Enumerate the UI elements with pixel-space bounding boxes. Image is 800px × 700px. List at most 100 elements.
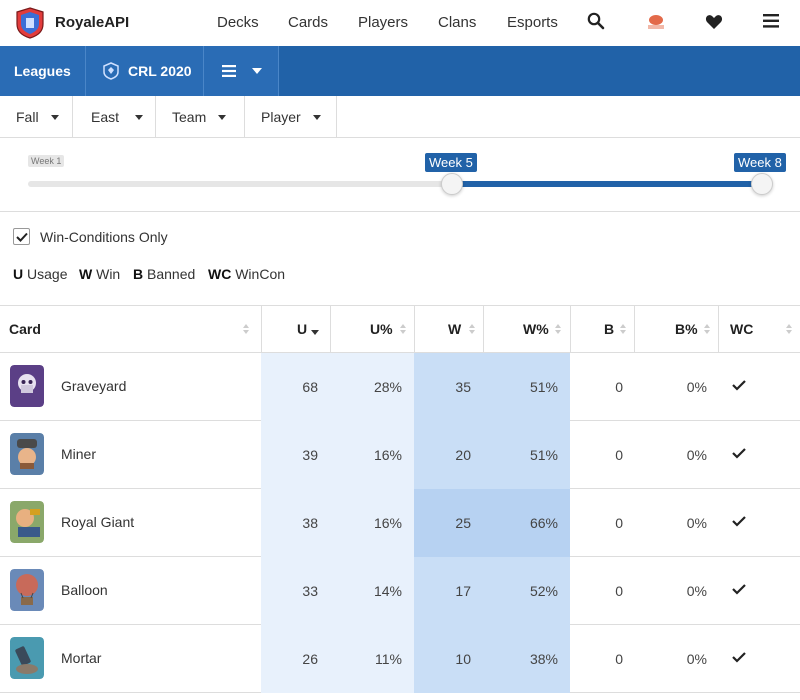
nav-esports[interactable]: Esports — [507, 14, 558, 31]
card-name[interactable]: Balloon — [61, 582, 108, 598]
filter-label: Player — [261, 109, 301, 125]
column-divider — [261, 306, 262, 352]
graveyard-card-icon — [10, 365, 44, 407]
slider-to-handle[interactable] — [751, 173, 773, 195]
table-row[interactable]: Miner 39 16% 20 51% 0 0% — [0, 421, 800, 489]
caret-down-icon — [218, 114, 227, 120]
filter-label: Fall — [16, 109, 39, 125]
partner-logo-icon[interactable] — [645, 13, 667, 33]
season-link[interactable]: CRL 2020 — [86, 46, 203, 96]
column-header-wincon[interactable]: WC — [730, 306, 753, 352]
card-name[interactable]: Miner — [61, 446, 96, 462]
column-header-banned[interactable]: B — [604, 306, 614, 352]
filter-season-dropdown[interactable]: Fall — [0, 96, 73, 138]
banned-cell: 0 — [615, 379, 623, 395]
wincon-check-icon — [732, 448, 746, 459]
column-header-card[interactable]: Card — [9, 306, 41, 352]
column-divider — [330, 306, 331, 352]
caret-down-icon — [312, 114, 321, 120]
column-header-usage-pct[interactable]: U% — [370, 306, 393, 352]
league-menu-button[interactable] — [204, 46, 278, 96]
usage-cell: 39 — [261, 421, 330, 489]
banned-pct-cell: 0% — [686, 583, 707, 599]
card-name[interactable]: Royal Giant — [61, 514, 134, 530]
nav-clans[interactable]: Clans — [438, 14, 476, 31]
column-header-banned-pct[interactable]: B% — [675, 306, 698, 352]
filter-region-dropdown[interactable]: East — [73, 96, 156, 138]
brand-name[interactable]: RoyaleAPI — [55, 14, 129, 31]
filter-team-dropdown[interactable]: Team — [156, 96, 245, 138]
sort-icon[interactable] — [400, 324, 406, 334]
crl-league-icon — [103, 62, 119, 80]
legend-label: WinCon — [235, 266, 286, 282]
usage-cell: 26 — [261, 625, 330, 693]
banned-pct-cell: 0% — [686, 379, 707, 395]
usage-cell: 68 — [261, 353, 330, 421]
hamburger-menu-icon[interactable] — [763, 14, 779, 28]
column-header-win[interactable]: W — [448, 306, 461, 352]
sort-icon[interactable] — [555, 324, 561, 334]
wincon-check-icon — [732, 652, 746, 663]
slider-min-label: Week 1 — [28, 155, 65, 167]
slider-selected-range — [452, 181, 762, 187]
usage-pct-cell: 11% — [330, 625, 414, 693]
win-conditions-label[interactable]: Win-Conditions Only — [40, 229, 168, 245]
usage-pct-cell: 28% — [330, 353, 414, 421]
card-name[interactable]: Mortar — [61, 650, 101, 666]
column-header-win-pct[interactable]: W% — [523, 306, 549, 352]
list-menu-icon — [222, 65, 236, 77]
banned-pct-cell: 0% — [686, 515, 707, 531]
sort-icon[interactable] — [469, 324, 475, 334]
banned-cell: 0 — [615, 651, 623, 667]
column-header-usage[interactable]: U — [297, 306, 307, 352]
heart-icon[interactable] — [705, 14, 723, 30]
slider-from-handle[interactable] — [441, 173, 463, 195]
mortar-card-icon — [10, 637, 44, 679]
column-divider — [634, 306, 635, 352]
sort-icon[interactable] — [786, 324, 792, 334]
nav-players[interactable]: Players — [358, 14, 408, 31]
sort-icon[interactable] — [704, 324, 710, 334]
slider-from-label: Week 5 — [425, 153, 477, 172]
legend-banned: B Banned — [133, 266, 195, 282]
column-divider — [483, 306, 484, 352]
caret-down-icon — [50, 114, 59, 120]
legend-key: U — [13, 266, 24, 282]
legend-wincon: WC WinCon — [208, 266, 285, 282]
sort-desc-icon[interactable] — [311, 330, 319, 335]
miner-card-icon — [10, 433, 44, 475]
win-cell: 25 — [414, 489, 483, 557]
banned-cell: 0 — [615, 583, 623, 599]
usage-pct-cell: 14% — [330, 557, 414, 625]
season-label: CRL 2020 — [128, 63, 192, 79]
royal-giant-card-icon — [10, 501, 44, 543]
royaleapi-logo-icon[interactable] — [15, 7, 45, 39]
chevron-down-icon — [252, 68, 262, 74]
banned-pct-cell: 0% — [686, 651, 707, 667]
table-row[interactable]: Mortar 26 11% 10 38% 0 0% — [0, 625, 800, 693]
table-row[interactable]: Balloon 33 14% 17 52% 0 0% — [0, 557, 800, 625]
card-name[interactable]: Graveyard — [61, 378, 126, 394]
sort-icon[interactable] — [243, 324, 249, 334]
banned-cell: 0 — [615, 515, 623, 531]
table-row[interactable]: Graveyard 68 28% 35 51% 0 0% — [0, 353, 800, 421]
caret-down-icon — [135, 114, 144, 120]
win-conditions-checkbox[interactable] — [13, 228, 30, 245]
filter-bar: Fall East Team Player — [0, 96, 800, 138]
nav-cards[interactable]: Cards — [288, 14, 328, 31]
filter-player-dropdown[interactable]: Player — [245, 96, 337, 138]
column-divider — [414, 306, 415, 352]
table-header: Card U U% W W% B B% WC — [0, 305, 800, 353]
nav-decks[interactable]: Decks — [217, 14, 259, 31]
legend-win: W Win — [79, 266, 120, 282]
table-row[interactable]: Royal Giant 38 16% 25 66% 0 0% — [0, 489, 800, 557]
win-pct-cell: 51% — [483, 421, 570, 489]
win-cell: 10 — [414, 625, 483, 693]
win-pct-cell: 66% — [483, 489, 570, 557]
sort-icon[interactable] — [620, 324, 626, 334]
banned-cell: 0 — [615, 447, 623, 463]
legend-key: WC — [208, 266, 232, 282]
leagues-link[interactable]: Leagues — [0, 46, 85, 96]
search-icon[interactable] — [587, 12, 605, 30]
wincon-check-icon — [732, 584, 746, 595]
